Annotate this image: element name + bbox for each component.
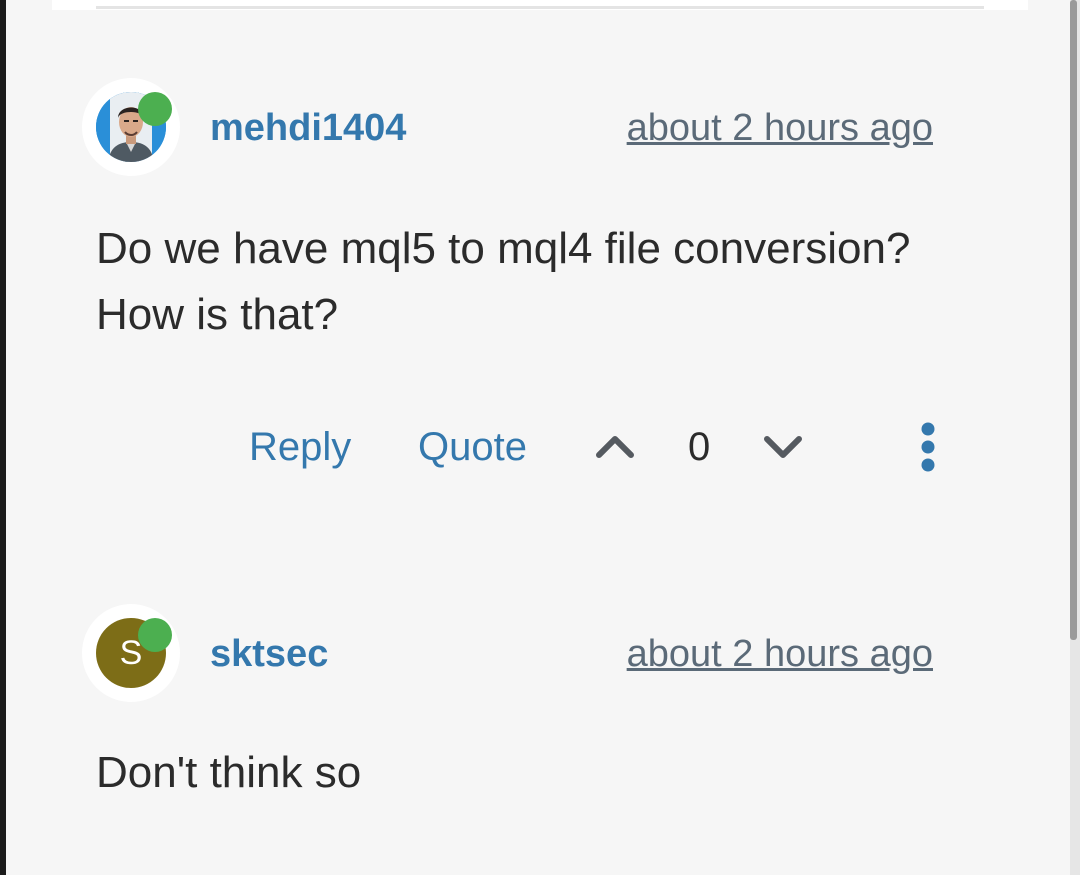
scrollbar-thumb[interactable] bbox=[1070, 0, 1077, 640]
post-timestamp[interactable]: about 2 hours ago bbox=[627, 632, 933, 676]
online-status-dot bbox=[138, 92, 172, 126]
more-vertical-icon[interactable] bbox=[914, 420, 942, 474]
quote-button[interactable]: Quote bbox=[418, 424, 527, 470]
chevron-up-icon[interactable] bbox=[594, 426, 636, 468]
topic-page: mehdi1404 about 2 hours ago Do we have m… bbox=[0, 0, 1080, 875]
post-actions: Reply Quote 0 bbox=[0, 418, 1080, 478]
post-content: Don't think so bbox=[96, 748, 362, 797]
post-timestamp[interactable]: about 2 hours ago bbox=[627, 106, 933, 150]
post-content: Do we have mql5 to mql4 file conversion?… bbox=[96, 224, 911, 339]
username[interactable]: sktsec bbox=[210, 632, 328, 676]
divider bbox=[96, 6, 984, 9]
chevron-down-icon[interactable] bbox=[762, 426, 804, 468]
reply-button[interactable]: Reply bbox=[249, 424, 351, 470]
vote-count: 0 bbox=[688, 425, 711, 469]
username[interactable]: mehdi1404 bbox=[210, 106, 406, 150]
user-avatar[interactable] bbox=[82, 78, 180, 176]
user-avatar[interactable]: S bbox=[82, 604, 180, 702]
online-status-dot bbox=[138, 618, 172, 652]
